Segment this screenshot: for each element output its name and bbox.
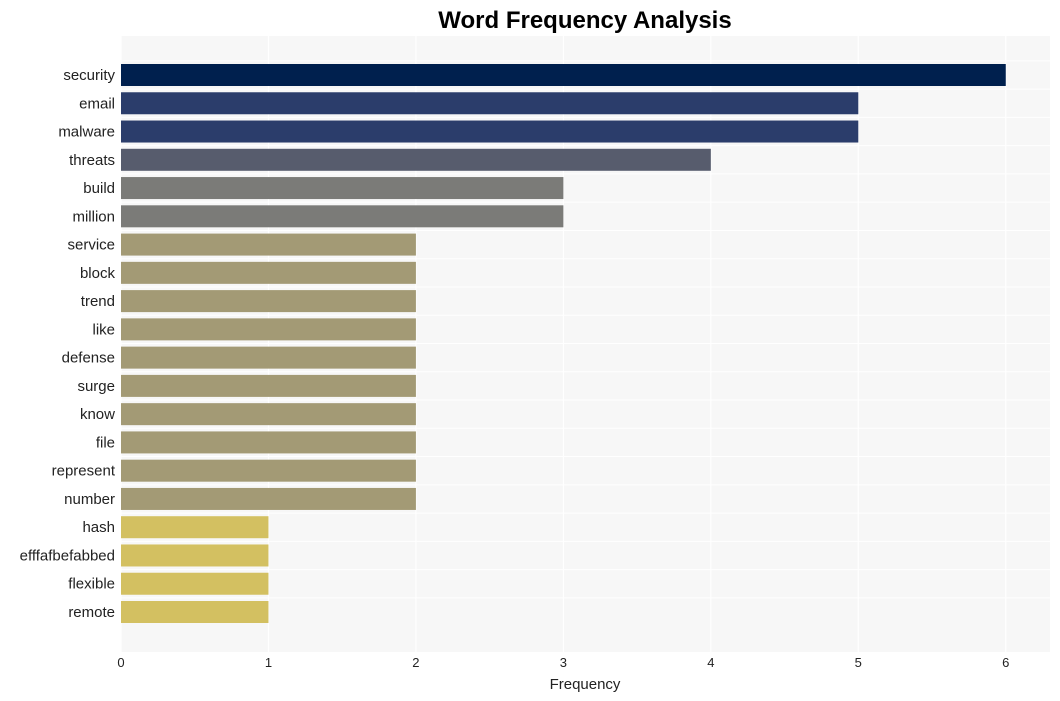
y-label-file: file	[96, 434, 115, 451]
bar-surge	[121, 374, 416, 397]
bar-service	[121, 233, 416, 256]
y-label-security: security	[63, 67, 115, 84]
y-label-service: service	[67, 237, 115, 254]
y-label-like: like	[92, 321, 115, 338]
bar-remote	[121, 601, 269, 623]
bar-threats	[121, 148, 711, 171]
bar-million	[121, 205, 564, 228]
y-label-defense: defense	[62, 350, 115, 367]
x-tick-3: 3	[560, 655, 567, 670]
x-tick-6: 6	[1002, 655, 1009, 670]
bar-security	[121, 64, 1006, 86]
y-label-remote: remote	[68, 604, 115, 621]
bar-file	[121, 431, 416, 454]
bar-efffafbefabbed	[121, 544, 269, 567]
x-tick-4: 4	[707, 655, 714, 670]
bar-represent	[121, 459, 416, 482]
x-axis-ticks: 0 1 2 3 4 5 6	[117, 655, 1009, 670]
chart-title: Word Frequency Analysis	[438, 7, 731, 34]
y-label-block: block	[80, 265, 116, 282]
bar-chart: security email malware threats build million s…	[20, 7, 1050, 693]
y-label-represent: represent	[52, 463, 116, 480]
y-axis-labels: security email malware threats build million s…	[20, 67, 116, 621]
x-tick-0: 0	[117, 655, 124, 670]
bar-block	[121, 261, 416, 284]
bar-know	[121, 403, 416, 426]
bar-email	[121, 92, 859, 115]
bar-malware	[121, 120, 859, 143]
bar-like	[121, 318, 416, 341]
bar-hash	[121, 516, 269, 539]
y-label-trend: trend	[81, 293, 115, 310]
y-label-threats: threats	[69, 152, 115, 169]
y-label-efffafbefabbed: efffafbefabbed	[20, 547, 115, 564]
bar-flexible	[121, 572, 269, 595]
bar-number	[121, 487, 416, 510]
y-label-build: build	[83, 180, 115, 197]
x-tick-1: 1	[265, 655, 272, 670]
y-label-email: email	[79, 95, 115, 112]
y-label-flexible: flexible	[68, 576, 115, 593]
y-label-hash: hash	[82, 519, 115, 536]
bar-defense	[121, 346, 416, 369]
y-label-number: number	[64, 491, 115, 508]
bar-build	[121, 177, 564, 200]
y-label-million: million	[72, 208, 115, 225]
bar-trend	[121, 290, 416, 313]
y-label-surge: surge	[77, 378, 115, 395]
x-tick-2: 2	[412, 655, 419, 670]
x-axis-label: Frequency	[550, 676, 621, 693]
y-label-malware: malware	[58, 124, 115, 141]
y-label-know: know	[80, 406, 115, 423]
x-tick-5: 5	[855, 655, 862, 670]
